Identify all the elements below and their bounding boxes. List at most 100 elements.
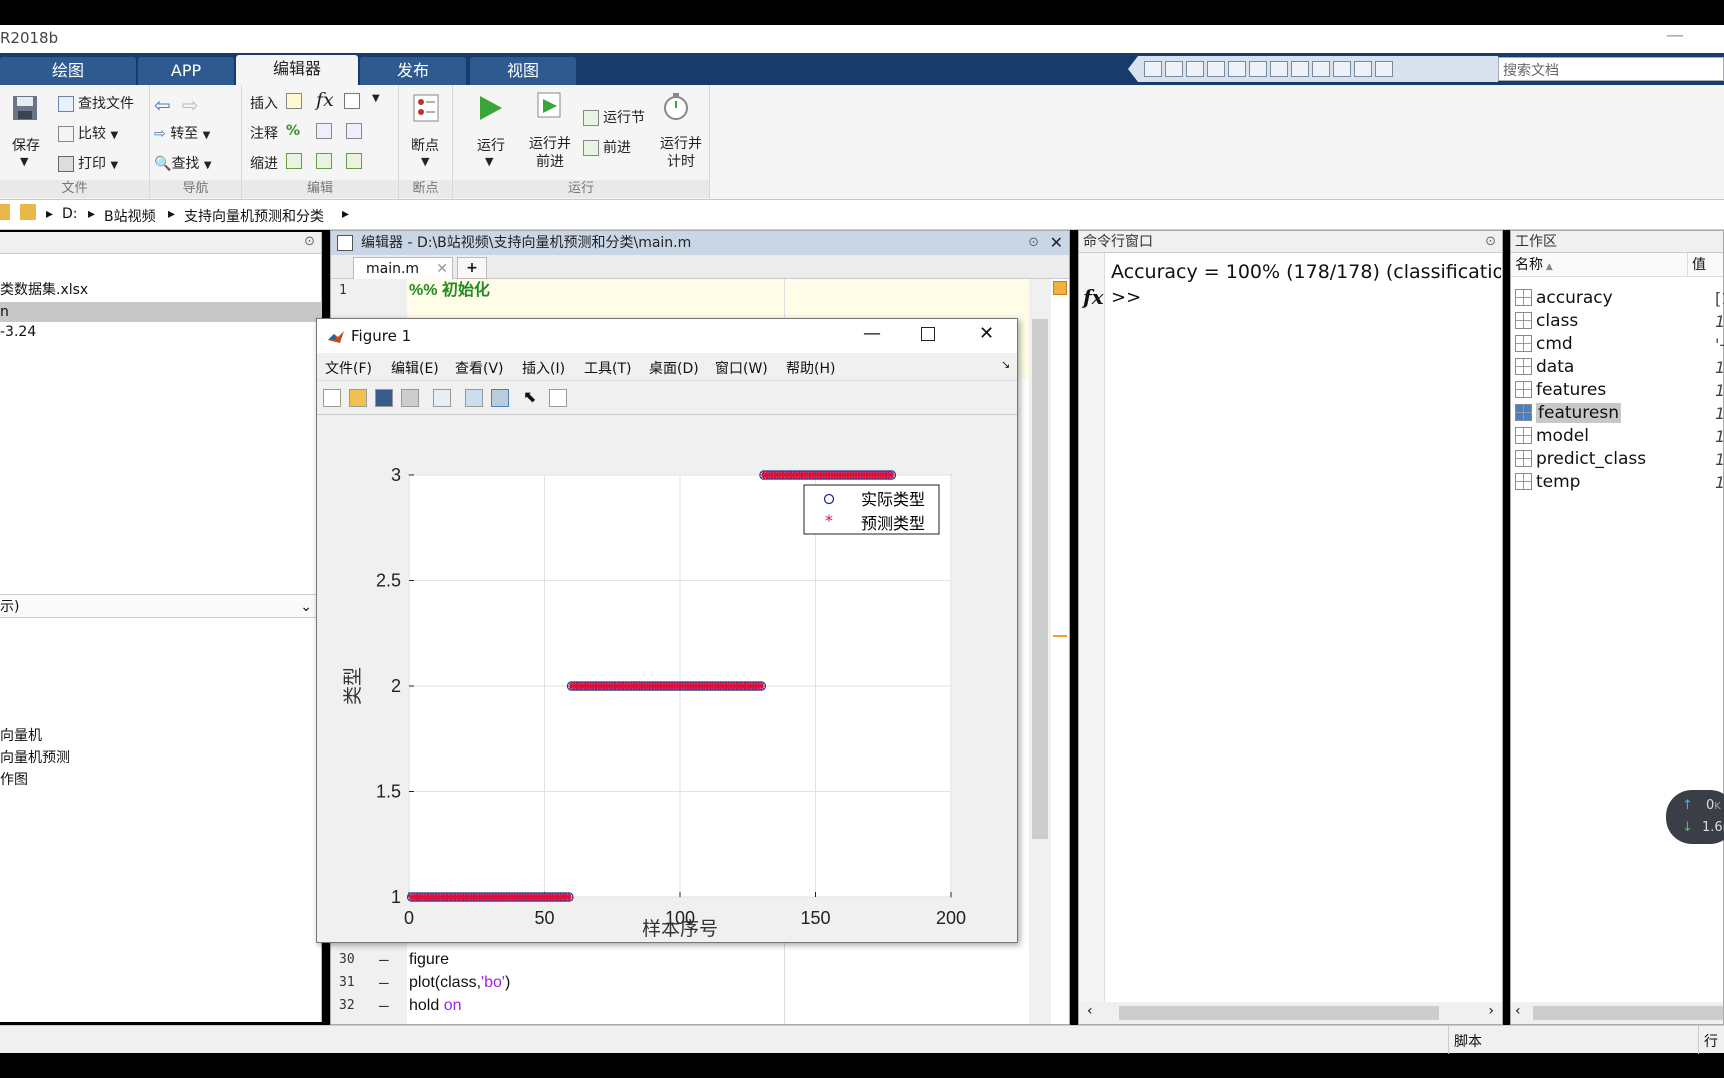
breakpoint-dash[interactable]: –: [379, 994, 389, 1017]
increase-indent-icon[interactable]: [346, 153, 366, 169]
copy-icon[interactable]: [1249, 61, 1267, 77]
layout-icon[interactable]: [1165, 61, 1183, 77]
find-files-button[interactable]: 查找文件: [58, 93, 134, 113]
minimize-icon[interactable]: —: [863, 323, 881, 344]
tab-view[interactable]: 视图: [470, 57, 576, 85]
save-button[interactable]: 保存: [12, 135, 40, 155]
forward-arrow-icon[interactable]: ⇨: [182, 93, 199, 117]
analyzer-marker[interactable]: [1053, 635, 1067, 637]
tab-main-m[interactable]: main.m ✕: [353, 257, 453, 279]
breadcrumb-folder-1[interactable]: B站视频: [104, 206, 156, 226]
colorbar-icon[interactable]: [465, 389, 483, 407]
expand-icon[interactable]: [1375, 61, 1393, 77]
scrollbar-thumb[interactable]: [1119, 1006, 1439, 1020]
scrollbar-thumb[interactable]: [1032, 319, 1048, 839]
close-tab-icon[interactable]: ✕: [436, 258, 448, 280]
workspace-var[interactable]: temp: [1515, 471, 1580, 493]
comment-percent-icon[interactable]: %: [286, 123, 300, 139]
close-icon[interactable]: ✕: [979, 323, 994, 344]
run-button[interactable]: 运行: [477, 135, 505, 155]
find-button[interactable]: 🔍查找 ▼: [154, 153, 212, 173]
undo-icon[interactable]: [1291, 61, 1309, 77]
close-icon[interactable]: ✕: [1050, 231, 1063, 255]
workspace-var[interactable]: features: [1515, 379, 1606, 401]
folder-up-icon[interactable]: [0, 204, 10, 220]
search-docs-input[interactable]: 搜索文档: [1498, 57, 1724, 81]
workspace-var[interactable]: predict_class: [1515, 448, 1646, 470]
help-icon[interactable]: [1354, 61, 1372, 77]
save-figure-icon[interactable]: [375, 389, 393, 407]
insert-section-icon[interactable]: [286, 93, 306, 109]
insert-table-icon[interactable]: [344, 93, 364, 109]
menu-window[interactable]: 窗口(W): [715, 358, 768, 378]
advance-button[interactable]: 前进: [583, 137, 631, 157]
outline-item[interactable]: 向量机预测: [0, 748, 322, 768]
tab-plots[interactable]: 绘图: [0, 57, 136, 85]
legend[interactable]: 实际类型 * 预测类型: [803, 484, 940, 535]
back-arrow-icon[interactable]: ⇦: [154, 93, 171, 117]
legend-icon[interactable]: [491, 389, 509, 407]
workspace-var[interactable]: accuracy: [1515, 287, 1613, 309]
goto-button[interactable]: ⇨ 转至 ▼: [154, 123, 210, 143]
run-and-time-button[interactable]: 运行并 计时: [660, 135, 702, 171]
chevron-down-icon[interactable]: ▼: [20, 155, 28, 168]
paste-icon[interactable]: [1270, 61, 1288, 77]
cut-icon[interactable]: [1228, 61, 1246, 77]
panel-menu-icon[interactable]: ⊙: [304, 234, 315, 249]
workspace-var[interactable]: data: [1515, 356, 1574, 378]
outline-item[interactable]: 作图: [0, 770, 322, 790]
scroll-left-icon[interactable]: ‹: [1515, 1003, 1521, 1019]
print-figure-icon[interactable]: [401, 389, 419, 407]
scrollbar-thumb[interactable]: [1533, 1006, 1723, 1020]
run-and-advance-button[interactable]: 运行并 前进: [529, 135, 571, 171]
menu-help[interactable]: 帮助(H): [786, 358, 835, 378]
menu-view[interactable]: 查看(V): [455, 358, 504, 378]
workspace-var[interactable]: cmd: [1515, 333, 1573, 355]
tab-publish[interactable]: 发布: [360, 57, 466, 85]
command-prompt[interactable]: >>: [1111, 287, 1141, 308]
analyzer-status-icon[interactable]: [1053, 281, 1067, 295]
network-speed-widget[interactable]: ↑ 0K ↓ 1.6K: [1666, 790, 1724, 844]
workspace-var[interactable]: model: [1515, 425, 1589, 447]
chevron-down-icon[interactable]: ▼: [485, 155, 493, 168]
save-icon[interactable]: [10, 93, 40, 123]
workspace-var-selected[interactable]: featuresn: [1515, 402, 1622, 424]
workspace-column-header[interactable]: 名称 ▲ 值: [1511, 253, 1723, 277]
workspace-hscroll[interactable]: ‹: [1511, 1002, 1723, 1024]
breakpoints-button[interactable]: 断点: [411, 135, 439, 155]
figure-title-bar[interactable]: Figure 1 — ✕: [317, 319, 1017, 353]
uncomment-icon[interactable]: [316, 123, 336, 139]
wrap-comment-icon[interactable]: [346, 123, 366, 139]
switch-window-icon[interactable]: [1333, 61, 1351, 77]
file-row[interactable]: -3.24: [0, 322, 322, 342]
run-advance-icon[interactable]: [535, 91, 565, 121]
panel-menu-icon[interactable]: ⊙: [1028, 231, 1039, 255]
details-dropdown[interactable]: 示) ⌄: [0, 594, 322, 618]
breadcrumb-folder-2[interactable]: 支持向量机预测和分类: [184, 206, 324, 226]
outline-item[interactable]: 向量机: [0, 726, 322, 746]
plot-canvas[interactable]: 0 50 100 150 200 11.522.53 实际类型 * 预测类型 样本序号 …: [317, 415, 1017, 942]
add-tab-icon[interactable]: +: [457, 257, 487, 279]
chevron-down-icon[interactable]: ▼: [421, 155, 429, 168]
layout-icon[interactable]: [1186, 61, 1204, 77]
workspace-var[interactable]: class: [1515, 310, 1578, 332]
file-row-selected[interactable]: n: [0, 302, 322, 322]
breakpoint-dash[interactable]: –: [379, 971, 389, 994]
tab-apps[interactable]: APP: [138, 57, 234, 85]
dock-arrow-icon[interactable]: ↘: [1001, 358, 1010, 371]
breadcrumb-drive[interactable]: D:: [62, 206, 78, 222]
open-file-icon[interactable]: [349, 389, 367, 407]
panel-menu-icon[interactable]: ⊙: [1485, 231, 1496, 253]
menu-file[interactable]: 文件(F): [325, 358, 372, 378]
insert-function-button[interactable]: fx: [316, 89, 334, 111]
run-section-button[interactable]: 运行节: [583, 107, 645, 127]
save-icon[interactable]: [1207, 61, 1225, 77]
menu-tools[interactable]: 工具(T): [584, 358, 631, 378]
tab-editor[interactable]: 编辑器: [236, 55, 358, 85]
scroll-right-icon[interactable]: ›: [1488, 1003, 1494, 1019]
breakpoint-dash[interactable]: –: [379, 948, 389, 971]
compare-button[interactable]: 比较 ▼: [58, 123, 118, 143]
file-row[interactable]: 类数据集.xlsx: [0, 280, 322, 300]
maximize-icon[interactable]: [921, 327, 935, 341]
breakpoint-icon[interactable]: [411, 93, 441, 123]
